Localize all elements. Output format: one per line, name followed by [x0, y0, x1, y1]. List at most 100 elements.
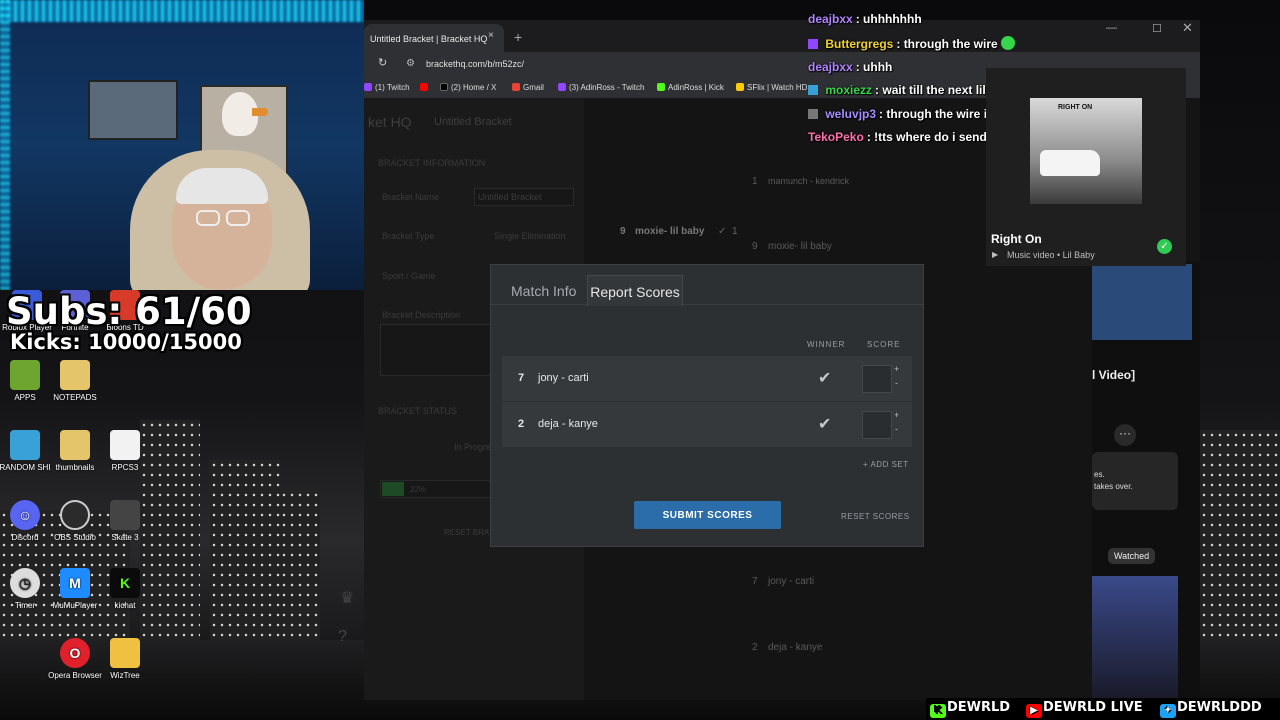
social-twitter: ✦ DEWRLDDD	[1160, 700, 1262, 718]
bracket-type-value[interactable]: Single Elimination	[494, 231, 566, 241]
breadcrumb: Untitled Bracket	[434, 116, 512, 128]
tab-close-icon[interactable]: ×	[488, 30, 494, 41]
tab-title: Untitled Bracket | Bracket HQ	[370, 34, 488, 44]
bracket-entry[interactable]: deja - kanye	[768, 642, 822, 653]
obs-icon	[60, 500, 90, 530]
description-box[interactable]	[1092, 452, 1178, 510]
bookmark-adinross-kick[interactable]: AdinRoss | Kick	[657, 83, 724, 92]
winner-check-icon[interactable]: ✔	[818, 414, 831, 434]
video-title[interactable]: l Video]	[1092, 368, 1135, 382]
desktop-icon-thumbnails[interactable]: thumbnails	[48, 430, 102, 473]
led-strip	[0, 0, 364, 22]
score-decrement-icon[interactable]: -	[895, 424, 898, 434]
desktop-icon-rpcs3[interactable]: RPCS3	[98, 430, 152, 473]
tab-report-scores[interactable]: Report Scores	[587, 275, 683, 306]
bracket-seed: 7	[752, 576, 758, 587]
reset-bracket-button[interactable]: RESET BRA	[444, 528, 489, 537]
maximize-icon[interactable]: ☐	[1152, 22, 1162, 35]
chat-username: deajbxx	[808, 12, 853, 26]
desktop-icon-skate3[interactable]: Skate 3	[98, 500, 152, 543]
bracket-seed: 1	[752, 176, 758, 187]
bookmark-twitch[interactable]: (1) Twitch	[364, 83, 410, 92]
participant-name: deja - kanye	[538, 418, 598, 430]
more-options-icon[interactable]: ···	[1114, 424, 1136, 446]
add-set-button[interactable]: + ADD SET	[863, 460, 909, 469]
winner-check-icon[interactable]: ✔	[818, 368, 831, 388]
chat-username: moxiezz	[825, 83, 873, 97]
crown-icon: ♛	[340, 590, 355, 607]
score-decrement-icon[interactable]: -	[895, 378, 898, 388]
chip-watched[interactable]: Watched	[1108, 548, 1156, 564]
match-row: 2 deja - kanye ✔ + -	[502, 402, 912, 447]
desktop-icon-wiztree[interactable]: WizTree	[98, 638, 152, 681]
album-car-art	[1040, 150, 1100, 176]
chat-username: Buttergregs	[825, 37, 894, 51]
desktop-icon-apps[interactable]: APPS	[0, 360, 52, 403]
reload-icon[interactable]: ↻	[378, 56, 387, 69]
progress-fill	[382, 482, 404, 496]
site-info-icon[interactable]: ⚙	[406, 58, 415, 69]
song-subtitle: Music video • Lil Baby	[1007, 250, 1095, 260]
twitch-icon	[558, 83, 566, 91]
recommended-thumbnail[interactable]	[1092, 576, 1178, 698]
youtube-icon	[420, 83, 428, 91]
bracket-entry[interactable]: jony - carti	[768, 576, 814, 587]
desktop-icon-mumu[interactable]: M MuMuPlayer	[48, 568, 102, 611]
led-strip	[0, 0, 10, 290]
youtube-icon: ▶	[1026, 704, 1042, 718]
badge-icon	[808, 39, 818, 49]
folder-icon	[10, 360, 40, 390]
tab-match-info[interactable]: Match Info	[511, 283, 576, 299]
desktop-icon-timer[interactable]: ◷ Timer	[0, 568, 52, 611]
desktop-icon-discord[interactable]: ☺ Discord	[0, 500, 52, 543]
discord-icon: ☺	[10, 500, 40, 530]
gmail-icon	[512, 83, 520, 91]
bracket-seed: 2	[752, 642, 758, 653]
desktop-icon-notepads[interactable]: NOTEPADS	[48, 360, 102, 403]
bookmark-youtube[interactable]	[420, 83, 431, 92]
new-tab-icon[interactable]: +	[514, 29, 522, 45]
folder-icon	[10, 430, 40, 460]
kick-icon: K	[930, 704, 946, 718]
wall-poster	[88, 80, 178, 140]
desktop-icon-random[interactable]: RANDOM SHI	[0, 430, 52, 473]
url-text[interactable]: brackethq.com/b/m52zc/	[426, 59, 524, 69]
twitch-icon	[364, 83, 372, 91]
bookmark-adinross-twitch[interactable]: (3) AdinRoss - Twitch	[558, 83, 644, 92]
bracket-type-label: Bracket Type	[382, 231, 435, 241]
bracket-entry[interactable]: moxie- lil baby	[768, 241, 832, 252]
submit-scores-button[interactable]: SUBMIT SCORES	[634, 501, 781, 529]
desktop-icon-kichat[interactable]: K kichat	[98, 568, 152, 611]
x-icon	[440, 83, 448, 91]
bookmark-gmail[interactable]: Gmail	[512, 83, 544, 92]
kick-icon: K	[110, 568, 140, 598]
desktop-icon-obs[interactable]: OBS Studio	[48, 500, 102, 543]
video-thumbnail[interactable]	[1092, 264, 1192, 340]
minimize-icon[interactable]: —	[1106, 22, 1117, 34]
badge-icon	[808, 85, 818, 95]
score-increment-icon[interactable]: +	[894, 364, 899, 374]
verified-check-icon: ✓	[1157, 239, 1172, 254]
bracket-entry[interactable]: mamunch - kendrick	[768, 176, 849, 186]
participant-name: jony - carti	[538, 372, 589, 384]
close-window-icon[interactable]: ✕	[1182, 20, 1193, 36]
score-input[interactable]	[862, 411, 892, 439]
building	[1200, 430, 1280, 660]
bookmark-sflix[interactable]: SFlix | Watch HD	[736, 83, 807, 92]
glasses	[196, 210, 220, 226]
bracket-entry[interactable]: moxie- lil baby	[635, 226, 704, 237]
desktop-icon-opera[interactable]: O Opera Browser	[48, 638, 102, 681]
emote-icon	[1001, 36, 1016, 50]
chat-message: deajbxx: uhhhhhhh	[808, 12, 922, 26]
glasses	[226, 210, 250, 226]
browser-tab[interactable]: Untitled Bracket | Bracket HQ	[364, 24, 504, 52]
score-column-header: SCORE	[867, 340, 901, 349]
progress-label: 22%	[410, 485, 427, 494]
help-icon[interactable]: ?	[338, 628, 347, 646]
score-input[interactable]	[862, 365, 892, 393]
reset-scores-button[interactable]: RESET SCORES	[841, 512, 910, 521]
score-increment-icon[interactable]: +	[894, 410, 899, 420]
bookmark-x[interactable]: (2) Home / X	[440, 83, 496, 92]
wiztree-icon	[110, 638, 140, 668]
opera-icon: O	[60, 638, 90, 668]
